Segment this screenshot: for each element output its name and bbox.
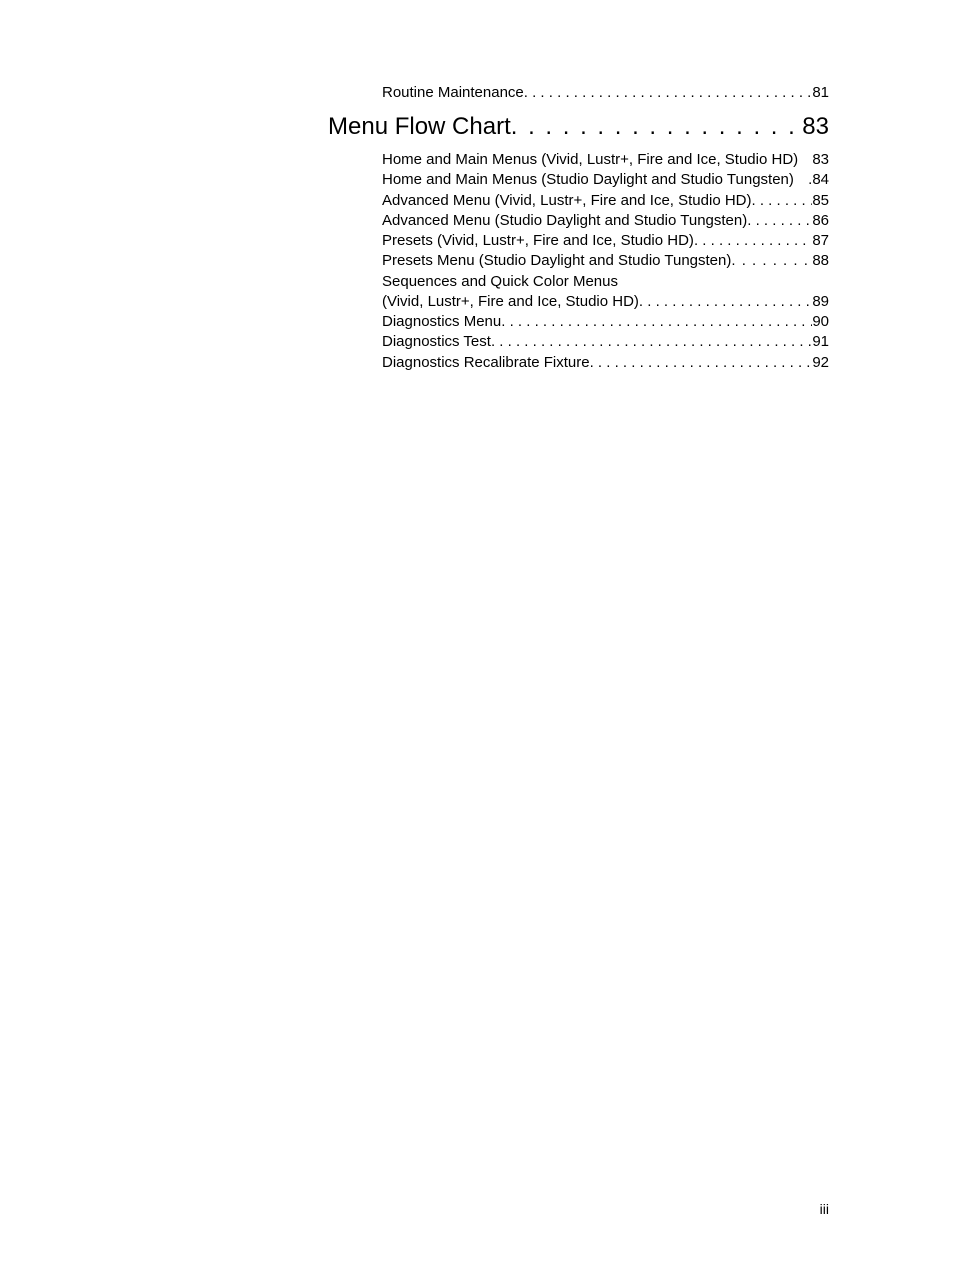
toc-leader-dots — [731, 251, 812, 271]
toc-entry: Home and Main Menus (Vivid, Lustr+, Fire… — [328, 150, 829, 170]
toc-label: Diagnostics Menu — [328, 312, 501, 332]
toc-entry: Presets (Vivid, Lustr+, Fire and Ice, St… — [328, 231, 829, 251]
toc-entry: Advanced Menu (Studio Daylight and Studi… — [328, 211, 829, 231]
toc-entry: Presets Menu (Studio Daylight and Studio… — [328, 251, 829, 271]
toc-label: Diagnostics Test — [328, 332, 491, 352]
toc-page-number: .84 — [808, 170, 829, 190]
toc-leader-dots — [639, 292, 812, 312]
toc-label: Advanced Menu (Vivid, Lustr+, Fire and I… — [328, 191, 752, 211]
toc-label: Sequences and Quick Color Menus — [382, 273, 618, 290]
toc-entry: Diagnostics Menu 90 — [328, 312, 829, 332]
toc-leader-dots — [590, 353, 813, 373]
toc-page-number: 86 — [812, 211, 829, 231]
toc-leader-dots — [694, 231, 812, 251]
toc-label: Advanced Menu (Studio Daylight and Studi… — [328, 211, 747, 231]
toc-content: Routine Maintenance 81 Menu Flow Chart 8… — [0, 0, 954, 373]
toc-leader-dots — [501, 312, 812, 332]
toc-label: Home and Main Menus (Studio Daylight and… — [328, 170, 794, 190]
toc-page-number: 83 — [802, 111, 829, 142]
toc-page-number: 89 — [812, 292, 829, 312]
toc-page-number: 90 — [812, 312, 829, 332]
toc-leader-dots — [747, 211, 812, 231]
toc-leader-dots — [491, 332, 812, 352]
toc-entry: Diagnostics Recalibrate Fixture 92 — [328, 353, 829, 373]
toc-label: Presets Menu (Studio Daylight and Studio… — [328, 251, 731, 271]
toc-entry-wrap-line1: Sequences and Quick Color Menus — [328, 272, 829, 292]
toc-leader-dots — [524, 82, 813, 103]
toc-label: Routine Maintenance — [328, 82, 524, 103]
toc-chapter-menu-flow-chart: Menu Flow Chart 83 — [328, 111, 829, 142]
toc-page-number: 92 — [812, 353, 829, 373]
toc-label: (Vivid, Lustr+, Fire and Ice, Studio HD) — [328, 292, 639, 312]
toc-leader-dots — [511, 111, 803, 142]
page-footer-number: iii — [820, 1201, 829, 1217]
toc-entry: Advanced Menu (Vivid, Lustr+, Fire and I… — [328, 191, 829, 211]
toc-entry: Diagnostics Test 91 — [328, 332, 829, 352]
toc-page-number: 88 — [812, 251, 829, 271]
toc-page-number: 87 — [812, 231, 829, 251]
toc-page-number: 85 — [812, 191, 829, 211]
toc-entry-routine-maintenance: Routine Maintenance 81 — [328, 82, 829, 103]
toc-label: Diagnostics Recalibrate Fixture — [328, 353, 590, 373]
toc-label: Menu Flow Chart — [328, 111, 511, 142]
toc-entry: Home and Main Menus (Studio Daylight and… — [328, 170, 829, 190]
toc-leader-dots — [752, 191, 813, 211]
toc-page-number: 91 — [812, 332, 829, 352]
toc-label: Home and Main Menus (Vivid, Lustr+, Fire… — [328, 150, 798, 170]
toc-page-number: 83 — [812, 150, 829, 170]
toc-entry-wrap-line2: (Vivid, Lustr+, Fire and Ice, Studio HD)… — [328, 292, 829, 312]
toc-label: Presets (Vivid, Lustr+, Fire and Ice, St… — [328, 231, 694, 251]
toc-page-number: 81 — [812, 82, 829, 103]
